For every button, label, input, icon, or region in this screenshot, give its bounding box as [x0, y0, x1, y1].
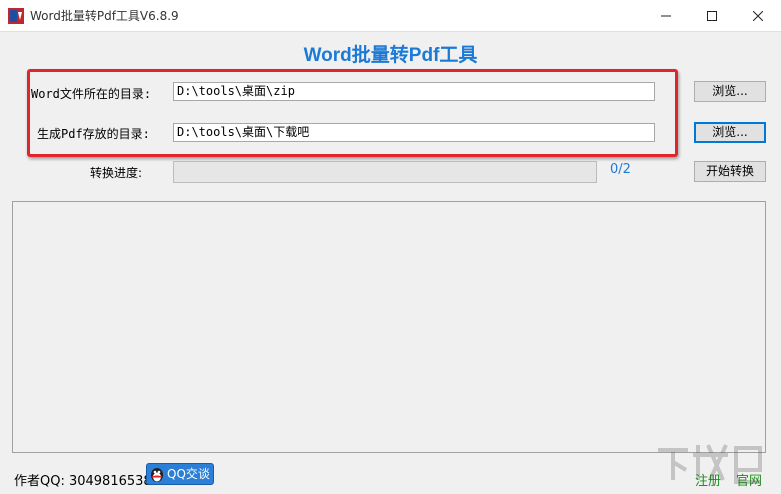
maximize-button[interactable] [689, 0, 735, 31]
progress-bar [173, 161, 597, 183]
progress-label: 转换进度: [90, 166, 143, 180]
output-browse-button[interactable]: 浏览... [694, 122, 766, 143]
output-dir-field[interactable]: D:\tools\桌面\下载吧 [173, 123, 655, 142]
title-bar: Word批量转Pdf工具V6.8.9 [0, 0, 781, 32]
qq-chat-button[interactable]: QQ交谈 [146, 463, 214, 485]
app-heading: Word批量转Pdf工具 [303, 45, 478, 66]
minimize-icon [661, 15, 671, 16]
close-icon [753, 10, 763, 21]
author-qq: 作者QQ: 3049816538 [14, 474, 152, 489]
source-browse-button[interactable]: 浏览... [694, 81, 766, 102]
qq-chat-label: QQ交谈 [167, 467, 210, 481]
start-convert-button[interactable]: 开始转换 [694, 161, 766, 182]
output-dir-label: 生成Pdf存放的目录: [37, 127, 150, 141]
close-button[interactable] [735, 0, 781, 31]
source-dir-field[interactable]: D:\tools\桌面\zip [173, 82, 655, 101]
log-panel[interactable] [12, 201, 766, 453]
qq-penguin-icon [151, 468, 163, 482]
maximize-icon [707, 10, 717, 21]
minimize-button[interactable] [643, 0, 689, 31]
window-title: Word批量转Pdf工具V6.8.9 [30, 9, 179, 23]
source-dir-label: Word文件所在的目录: [31, 87, 152, 101]
watermark-logo [658, 444, 762, 484]
app-icon [8, 8, 24, 24]
progress-count: 0/2 [610, 162, 631, 177]
